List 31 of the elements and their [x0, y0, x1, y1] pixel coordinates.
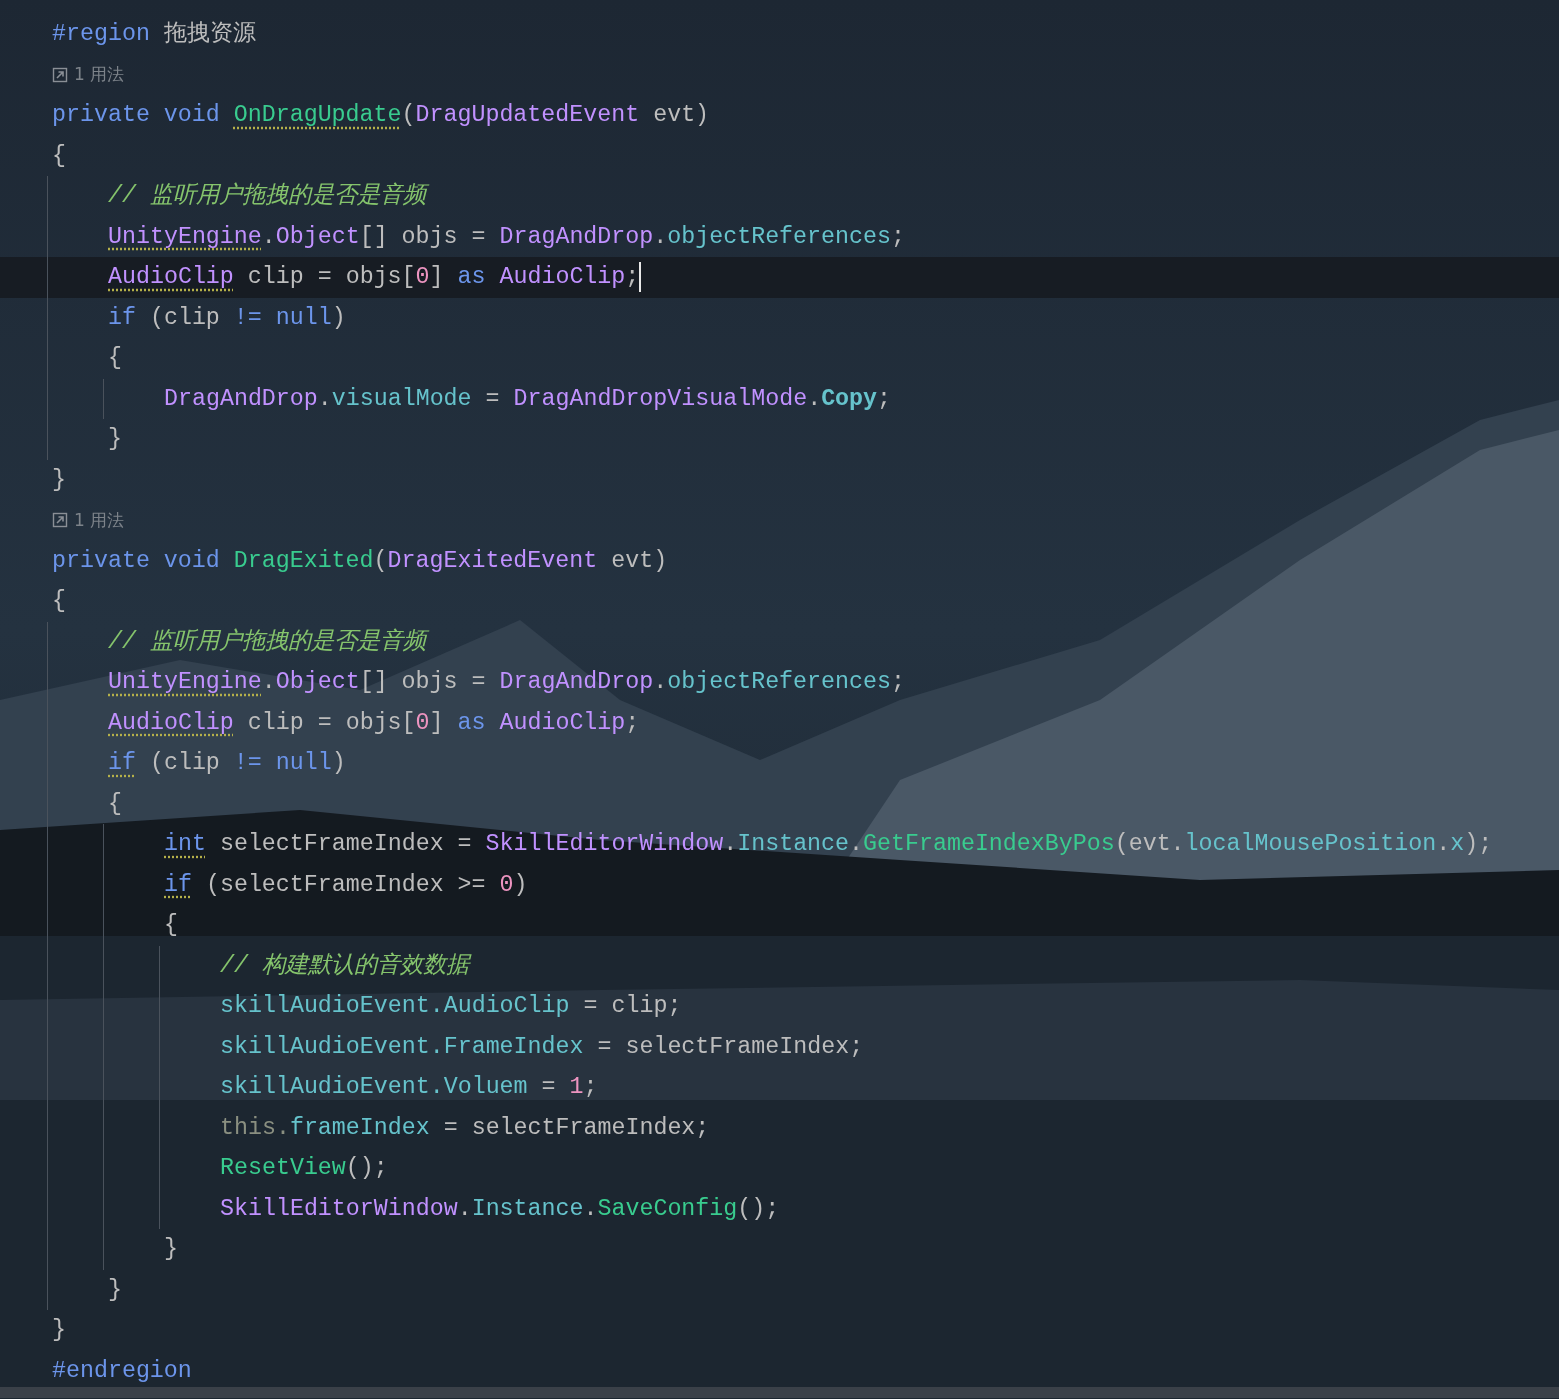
code-line: UnityEngine.Object[] objs = DragAndDrop.objectReferences; — [108, 222, 905, 252]
usage-hint[interactable]: 1 用法 — [74, 63, 125, 87]
code-line: DragAndDrop.visualMode = DragAndDropVisualMode.Copy; — [164, 384, 892, 414]
code-line: AudioClip clip = objs[0] as AudioClip; — [108, 708, 640, 738]
code-line: this.frameIndex = selectFrameIndex; — [220, 1113, 710, 1143]
code-line: if (selectFrameIndex >= 0) — [164, 870, 528, 900]
code-line: SkillEditorWindow.Instance.SaveConfig(); — [220, 1194, 780, 1224]
code-line: skillAudioEvent.Voluem = 1; — [220, 1073, 598, 1102]
code-line: { — [108, 344, 122, 373]
code-line: private void DragExited(DragExitedEvent evt) — [52, 546, 668, 576]
code-line: private void OnDragUpdate(DragUpdatedEvent evt) — [52, 101, 710, 130]
code-line: int selectFrameIndex = SkillEditorWindow.Instance.GetFrameIndexByPos(evt.localMousePosition.x); — [164, 830, 1493, 859]
code-line: #region 拖拽资源 — [52, 20, 256, 49]
code-line: ResetView(); — [220, 1154, 388, 1183]
code-line: } — [164, 1235, 178, 1264]
code-line: if (clip != null) — [108, 303, 346, 333]
code-line: { — [52, 141, 66, 171]
code-line: if (clip != null) — [108, 749, 346, 778]
code-line: skillAudioEvent.AudioClip = clip; — [220, 992, 682, 1021]
code-line: { — [52, 587, 66, 616]
code-line: } — [108, 1275, 122, 1305]
code-line: } — [108, 425, 122, 454]
horizontal-scrollbar[interactable] — [0, 1387, 1559, 1398]
code-line: } — [52, 1316, 66, 1345]
code-line: skillAudioEvent.FrameIndex = selectFrameIndex; — [220, 1032, 864, 1062]
code-line: { — [108, 789, 122, 819]
code-line: UnityEngine.Object[] objs = DragAndDrop.objectReferences; — [108, 668, 905, 697]
code-line: } — [52, 465, 66, 495]
usage-hint[interactable]: 1 用法 — [74, 508, 125, 532]
code-line: { — [164, 911, 178, 940]
code-line: #endregion — [52, 1356, 192, 1386]
